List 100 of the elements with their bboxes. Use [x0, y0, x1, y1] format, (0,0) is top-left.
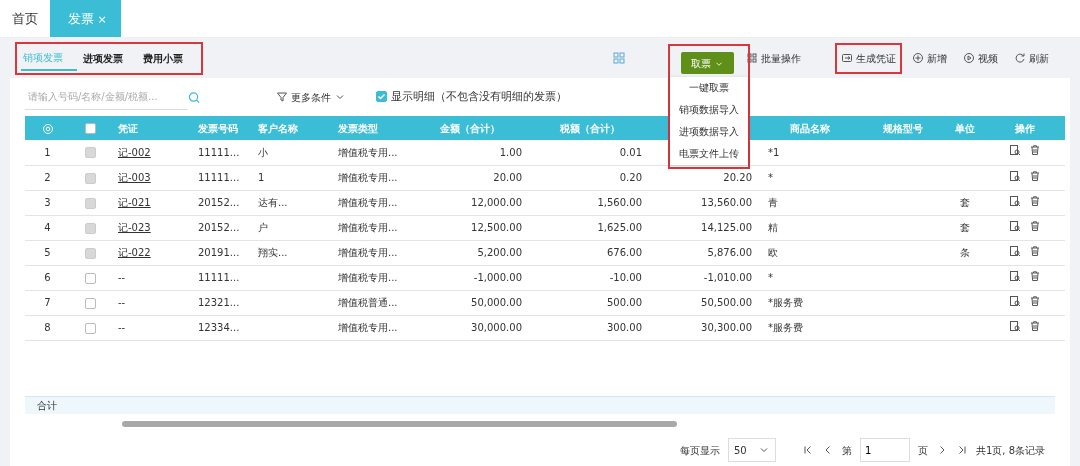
checkbox[interactable]: [84, 272, 96, 284]
delete-icon[interactable]: [1029, 319, 1041, 332]
delete-icon[interactable]: [1029, 169, 1041, 182]
page-size-select[interactable]: 50: [727, 438, 776, 462]
column-header: 规格型号: [882, 122, 923, 134]
table-cell: 增值税专用...: [338, 172, 398, 183]
table-cell: 增值税专用...: [338, 146, 398, 158]
sub-tab[interactable]: 进项发票: [81, 46, 137, 70]
column-header: 单位: [955, 122, 975, 134]
column-header: 操作: [1015, 122, 1035, 134]
table-cell: 条: [960, 247, 970, 258]
row-number: 5: [44, 247, 51, 258]
table-cell: 12,500.00: [471, 222, 522, 233]
table-cell: 套: [960, 222, 970, 233]
checkbox[interactable]: [376, 91, 387, 103]
delete-icon[interactable]: [1029, 244, 1041, 257]
row-number: 1: [44, 146, 51, 158]
delete-icon[interactable]: [1029, 194, 1041, 207]
toolbar-button[interactable]: 视频: [957, 42, 1004, 74]
table-cell: 300.00: [607, 322, 642, 333]
table-cell: 1: [258, 172, 265, 183]
toolbar-button[interactable]: 新增: [906, 42, 953, 74]
sub-tab[interactable]: 费用小票: [141, 46, 197, 70]
menu-item[interactable]: 一键取票: [670, 77, 748, 99]
table-cell: 30,300.00: [701, 322, 752, 333]
preview-icon[interactable]: [1009, 319, 1021, 332]
table-cell: 1,625.00: [597, 222, 642, 233]
fetch-button[interactable]: 取票: [681, 52, 734, 74]
plus-icon: [912, 52, 924, 64]
horizontal-scrollbar[interactable]: [122, 421, 677, 427]
total-label: 合计: [36, 399, 57, 413]
row-number: 6: [44, 272, 51, 283]
table-cell: 增值税专用...: [338, 322, 398, 333]
toolbar-button[interactable]: 生成凭证: [835, 42, 902, 74]
menu-item[interactable]: 进项数据导入: [670, 121, 748, 143]
play-icon: [963, 52, 975, 64]
menu-item[interactable]: 电票文件上传: [670, 143, 748, 165]
preview-icon[interactable]: [1009, 294, 1021, 307]
checkbox[interactable]: [84, 297, 96, 309]
filter-icon: [276, 91, 288, 103]
show-detail-label: 显示明细（不包含没有明细的发票）: [391, 88, 567, 105]
delete-icon[interactable]: [1029, 144, 1041, 157]
column-header: 凭证: [118, 122, 138, 134]
preview-icon[interactable]: [1009, 169, 1021, 182]
per-page-label: 每页显示: [679, 443, 720, 458]
page-field[interactable]: 1: [859, 438, 910, 462]
table-cell: 1,560.00: [597, 197, 642, 208]
table-cell: 12,000.00: [471, 197, 522, 208]
table-cell: 12321...: [198, 297, 240, 308]
page-label: 页: [917, 443, 928, 458]
row-number: 2: [44, 172, 51, 183]
delete-icon[interactable]: [1029, 269, 1041, 282]
table-cell: 20.20: [723, 172, 752, 183]
row-number: 8: [44, 322, 51, 333]
table-cell: 5,876.00: [707, 247, 752, 258]
grid-icon: [746, 52, 758, 64]
row-number: 4: [44, 222, 51, 233]
checkbox[interactable]: [84, 322, 96, 334]
table-cell: 增值税专用...: [338, 247, 398, 258]
export-icon: [841, 52, 853, 64]
row-number: 7: [44, 297, 51, 308]
delete-icon[interactable]: [1029, 294, 1041, 307]
tab[interactable]: 首页: [0, 0, 50, 37]
table-cell: 30,000.00: [471, 322, 522, 333]
table-cell: 20191...: [198, 247, 240, 258]
table-cell: 11111...: [198, 146, 240, 158]
first-page-icon[interactable]: [801, 444, 814, 456]
table-cell: *: [768, 172, 773, 183]
table-cell: 增值税专用...: [338, 222, 398, 233]
toolbar-button[interactable]: 刷新: [1008, 42, 1055, 74]
table-cell: 50,000.00: [471, 297, 522, 308]
record-summary: 共1页, 8条记录: [975, 443, 1045, 458]
preview-icon[interactable]: [1009, 269, 1021, 282]
column-header: 税额（合计）: [560, 122, 620, 134]
table-cell: 11111...: [198, 172, 240, 183]
menu-item[interactable]: 销项数据导入: [670, 99, 748, 121]
table-cell: 精: [768, 222, 778, 233]
table-cell: 达有...: [258, 197, 288, 208]
column-header: 客户名称: [258, 122, 298, 134]
table-cell: 20152...: [198, 197, 240, 208]
table-cell: 20.00: [493, 172, 522, 183]
toolbar-button[interactable]: 批量操作: [740, 42, 807, 74]
preview-icon[interactable]: [1009, 219, 1021, 232]
preview-icon[interactable]: [1009, 244, 1021, 257]
more-filters-button[interactable]: 更多条件: [270, 81, 352, 113]
table-cell: 增值税专用...: [338, 197, 398, 208]
checkbox[interactable]: [84, 123, 96, 134]
preview-icon[interactable]: [1009, 144, 1021, 157]
table-cell: *服务费: [768, 322, 803, 333]
table-cell: 1.00: [499, 146, 522, 158]
delete-icon[interactable]: [1029, 219, 1041, 232]
column-header: 发票号码: [198, 122, 238, 134]
table-cell: 青: [768, 197, 778, 208]
table-cell: 11111...: [198, 272, 240, 283]
table-cell: 12334...: [198, 322, 240, 333]
table-cell: -10.00: [609, 272, 642, 283]
table-cell: 欧: [768, 247, 778, 258]
column-header: 商品名称: [790, 122, 830, 134]
preview-icon[interactable]: [1009, 194, 1021, 207]
table-cell: 5,200.00: [477, 247, 522, 258]
